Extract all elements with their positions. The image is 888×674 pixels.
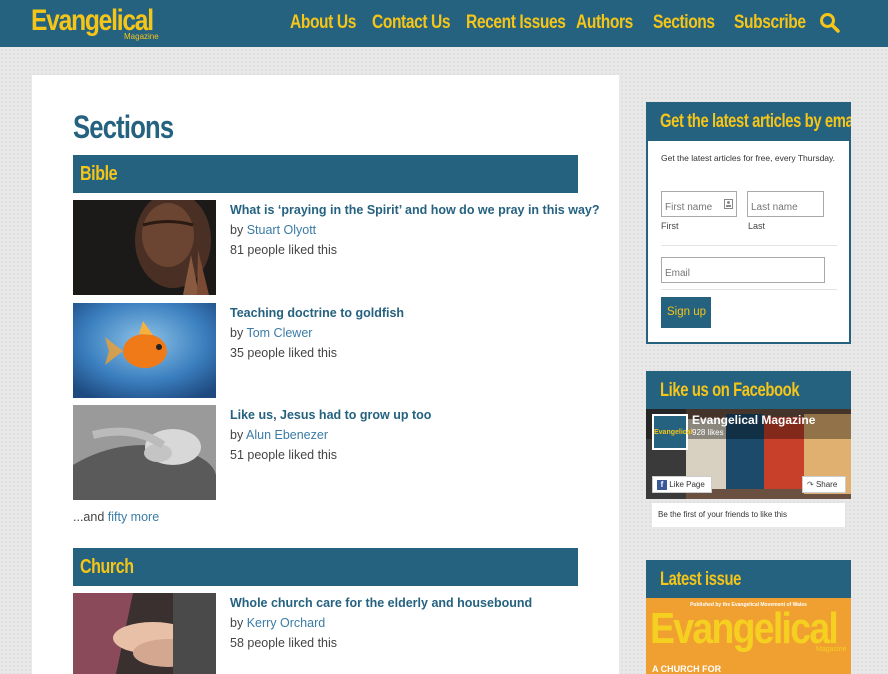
article-item: What is ‘praying in the Spirit’ and how … [73, 200, 600, 296]
divider [661, 245, 837, 246]
search-icon[interactable] [819, 12, 841, 34]
more-articles-line: ...and fifty more [73, 510, 159, 524]
facebook-icon: f [657, 480, 667, 490]
facebook-like-page-button[interactable]: f Like Page [652, 476, 712, 493]
facebook-friends-text: Be the first of your friends to like thi… [652, 503, 845, 527]
section-header-church[interactable]: Church [73, 548, 578, 586]
widget-title: Like us on Facebook [646, 371, 851, 409]
cover-subtitle: Magazine [816, 646, 847, 653]
main-content: Sections Bible What is ‘praying in the S… [32, 75, 619, 674]
author-link[interactable]: Stuart Olyott [247, 223, 316, 237]
nav-about-us[interactable]: About Us [290, 12, 356, 34]
article-item: Teaching doctrine to goldfish by Tom Cle… [73, 303, 578, 399]
share-label: Share [815, 480, 838, 489]
article-byline: by Kerry Orchard [230, 616, 325, 630]
article-title-link[interactable]: Teaching doctrine to goldfish [230, 306, 404, 320]
facebook-widget: Like us on Facebook Evangelical Evangeli… [646, 371, 851, 530]
byline-prefix: by [230, 616, 244, 630]
facebook-widget-title: Like us on Facebook [660, 380, 800, 401]
author-link[interactable]: Tom Clewer [246, 326, 312, 340]
email-input[interactable] [661, 257, 825, 283]
email-signup-widget: Get the latest articles by email Get the… [646, 102, 851, 344]
nav-contact-us[interactable]: Contact Us [372, 12, 451, 34]
sign-up-button[interactable]: Sign up [661, 297, 711, 328]
facebook-share-button[interactable]: ↷ Share [802, 476, 846, 493]
page-title: Sections [73, 109, 174, 145]
top-navigation-bar: Evangelical Magazine About Us Contact Us… [0, 0, 888, 47]
article-likes: 81 people liked this [230, 243, 338, 257]
nav-recent-issues[interactable]: Recent Issues [466, 12, 566, 34]
nav-authors[interactable]: Authors [576, 12, 633, 34]
divider [661, 289, 837, 290]
like-page-label: Like Page [669, 480, 705, 489]
article-byline: by Alun Ebenezer [230, 428, 328, 442]
last-name-input[interactable] [747, 191, 824, 217]
contact-card-icon [724, 199, 733, 209]
author-link[interactable]: Alun Ebenezer [246, 428, 328, 442]
article-title-link[interactable]: Whole church care for the elderly and ho… [230, 596, 532, 610]
article-item: Whole church care for the elderly and ho… [73, 593, 578, 674]
site-logo-subtitle: Magazine [124, 32, 159, 41]
article-thumbnail-praying-man[interactable] [73, 200, 216, 295]
share-icon: ↷ [807, 480, 814, 489]
article-title-link[interactable]: What is ‘praying in the Spirit’ and how … [230, 203, 600, 217]
email-description: Get the latest articles for free, every … [661, 153, 836, 163]
article-likes: 35 people liked this [230, 346, 338, 360]
byline-prefix: by [230, 326, 244, 340]
email-widget-title: Get the latest articles by email [660, 111, 851, 132]
article-likes: 51 people liked this [230, 448, 338, 462]
cover-tagline: A CHURCH FOR [652, 664, 722, 674]
nav-sections[interactable]: Sections [653, 12, 715, 34]
article-thumbnail-goldfish[interactable] [73, 303, 216, 398]
article-thumbnail-hands[interactable] [73, 405, 216, 500]
widget-title: Latest issue [646, 560, 851, 598]
facebook-page-name[interactable]: Evangelical Magazine [692, 413, 815, 427]
latest-issue-title: Latest issue [660, 569, 741, 590]
widget-title: Get the latest articles by email [646, 102, 851, 141]
author-link[interactable]: Kerry Orchard [247, 616, 326, 630]
article-byline: by Tom Clewer [230, 326, 312, 340]
last-name-label: Last [748, 221, 766, 231]
section-title: Church [80, 556, 134, 578]
article-title-link[interactable]: Like us, Jesus had to grow up too [230, 408, 431, 422]
latest-issue-widget: Latest issue Published by the Evangelica… [646, 560, 851, 674]
facebook-likes-count: 928 likes [692, 428, 724, 437]
latest-issue-cover[interactable]: Published by the Evangelical Movement of… [646, 598, 851, 674]
facebook-page-cover[interactable]: Evangelical Evangelical Magazine 928 lik… [646, 409, 851, 499]
article-item: Like us, Jesus had to grow up too by Alu… [73, 405, 578, 501]
cover-title: Evangelical [650, 604, 839, 653]
byline-prefix: by [230, 223, 244, 237]
facebook-page-avatar: Evangelical [652, 414, 693, 450]
article-thumbnail-elderly-hands[interactable] [73, 593, 216, 674]
article-likes: 58 people liked this [230, 636, 338, 650]
more-articles-link[interactable]: fifty more [108, 510, 159, 524]
section-header-bible[interactable]: Bible [73, 155, 578, 193]
more-prefix: ...and [73, 510, 105, 524]
section-title: Bible [80, 163, 118, 185]
first-name-label: First [661, 221, 679, 231]
article-byline: by Stuart Olyott [230, 223, 316, 237]
byline-prefix: by [230, 428, 244, 442]
nav-subscribe[interactable]: Subscribe [734, 12, 806, 34]
